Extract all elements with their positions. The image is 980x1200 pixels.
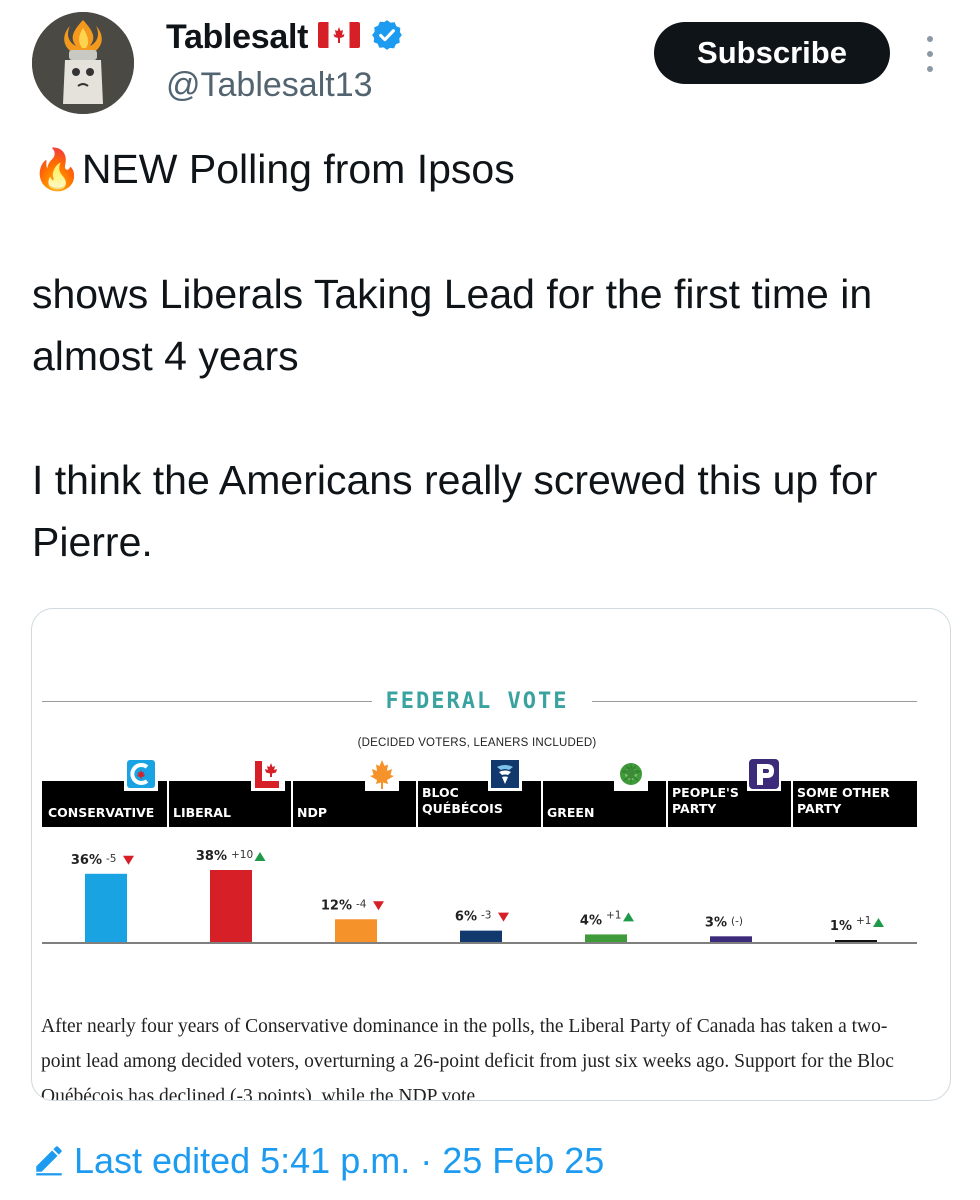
fire-icon: 🔥	[32, 148, 82, 192]
more-options-icon[interactable]	[918, 36, 942, 72]
party-divider	[291, 781, 293, 827]
change-label-ndp: -4	[356, 898, 367, 910]
change-label-conservative: -5	[106, 853, 116, 865]
value-label-conservative: 36%	[71, 853, 102, 868]
change-label-liberal: +10	[231, 849, 253, 861]
bar-ndp	[335, 919, 377, 942]
last-edited-text: Last edited 5:41 p.m. · 25 Feb 25	[74, 1140, 605, 1181]
chart-title: FEDERAL VOTE	[385, 689, 569, 714]
change-label-green: +1	[606, 909, 621, 921]
tweet-paragraph-3: I think the Americans really screwed thi…	[32, 457, 878, 565]
ndp-logo-icon	[365, 757, 399, 791]
party-divider	[666, 781, 668, 827]
party-label-liberal: LIBERAL	[173, 805, 231, 820]
change-label-bloc-qu-b-cois: -3	[481, 910, 491, 922]
change-arrow-down-icon	[373, 901, 384, 911]
subscribe-button[interactable]: Subscribe	[654, 22, 890, 84]
verified-badge-icon	[370, 18, 404, 57]
tweet-line-1: 🔥NEW Polling from Ipsos	[32, 138, 952, 201]
value-label-ndp: 12%	[321, 898, 352, 913]
bar-green	[585, 934, 627, 942]
bar-bloc-qu-b-cois	[460, 930, 502, 942]
author-handle[interactable]: @Tablesalt13	[166, 66, 373, 105]
value-label-some-other-party: 1%	[830, 919, 852, 934]
party-label-other: SOME OTHER PARTY	[797, 785, 890, 816]
chart-subtitle: (DECIDED VOTERS, LEANERS INCLUDED)	[357, 737, 597, 749]
change-label-people-s-party: (-)	[731, 915, 743, 927]
conservative-logo-icon	[124, 757, 158, 791]
author-name-row: Tablesalt	[166, 18, 404, 57]
value-label-green: 4%	[580, 913, 602, 928]
party-label-peoples: PEOPLE'S PARTY	[672, 785, 739, 816]
party-divider	[416, 781, 418, 827]
author-avatar[interactable]	[32, 12, 134, 114]
vote-share-bar-chart: 36% -5 38% +10 12% -4 6% -3 4% +1 3% (-) 1% +1	[42, 849, 917, 944]
edit-history-link[interactable]: Last edited 5:41 p.m. · 25 Feb 25	[32, 1140, 604, 1182]
value-label-bloc-qu-b-cois: 6%	[455, 910, 477, 925]
change-arrow-up-icon	[254, 852, 266, 861]
change-label-some-other-party: +1	[856, 915, 871, 927]
article-excerpt: After nearly four years of Conservative …	[41, 1016, 894, 1101]
tweet-paragraph-2: shows Liberals Taking Lead for the first…	[32, 271, 873, 379]
bar-people-s-party	[710, 936, 752, 942]
peoples-party-logo-icon	[747, 757, 781, 791]
tweet-media-image[interactable]: FEDERAL VOTE (DECIDED VOTERS, LEANERS IN…	[31, 608, 951, 1101]
party-divider	[791, 781, 793, 827]
pencil-icon	[32, 1142, 66, 1181]
party-divider	[541, 781, 543, 827]
tweet-headline: NEW Polling from Ipsos	[81, 146, 515, 192]
liberal-logo-icon	[251, 757, 285, 791]
bar-conservative	[85, 873, 127, 942]
canada-flag-icon	[318, 20, 361, 55]
change-arrow-up-icon	[623, 912, 634, 922]
author-display-name[interactable]: Tablesalt	[166, 18, 308, 57]
green-logo-icon	[614, 757, 648, 791]
bar-liberal	[210, 870, 252, 942]
party-divider	[167, 781, 169, 827]
value-label-people-s-party: 3%	[705, 915, 727, 930]
salt-shaker-avatar-icon	[32, 12, 134, 114]
party-label-green: GREEN	[547, 805, 595, 820]
value-label-liberal: 38%	[196, 849, 227, 864]
bar-some-other-party	[835, 940, 877, 942]
party-label-ndp: NDP	[297, 805, 327, 820]
change-arrow-down-icon	[123, 855, 134, 865]
bloc-logo-icon	[488, 757, 522, 791]
tweet-text: 🔥NEW Polling from Ipsos shows Liberals T…	[32, 138, 952, 573]
party-label-conservative: CONSERVATIVE	[48, 805, 155, 820]
change-arrow-up-icon	[873, 918, 884, 927]
change-arrow-down-icon	[498, 912, 509, 922]
